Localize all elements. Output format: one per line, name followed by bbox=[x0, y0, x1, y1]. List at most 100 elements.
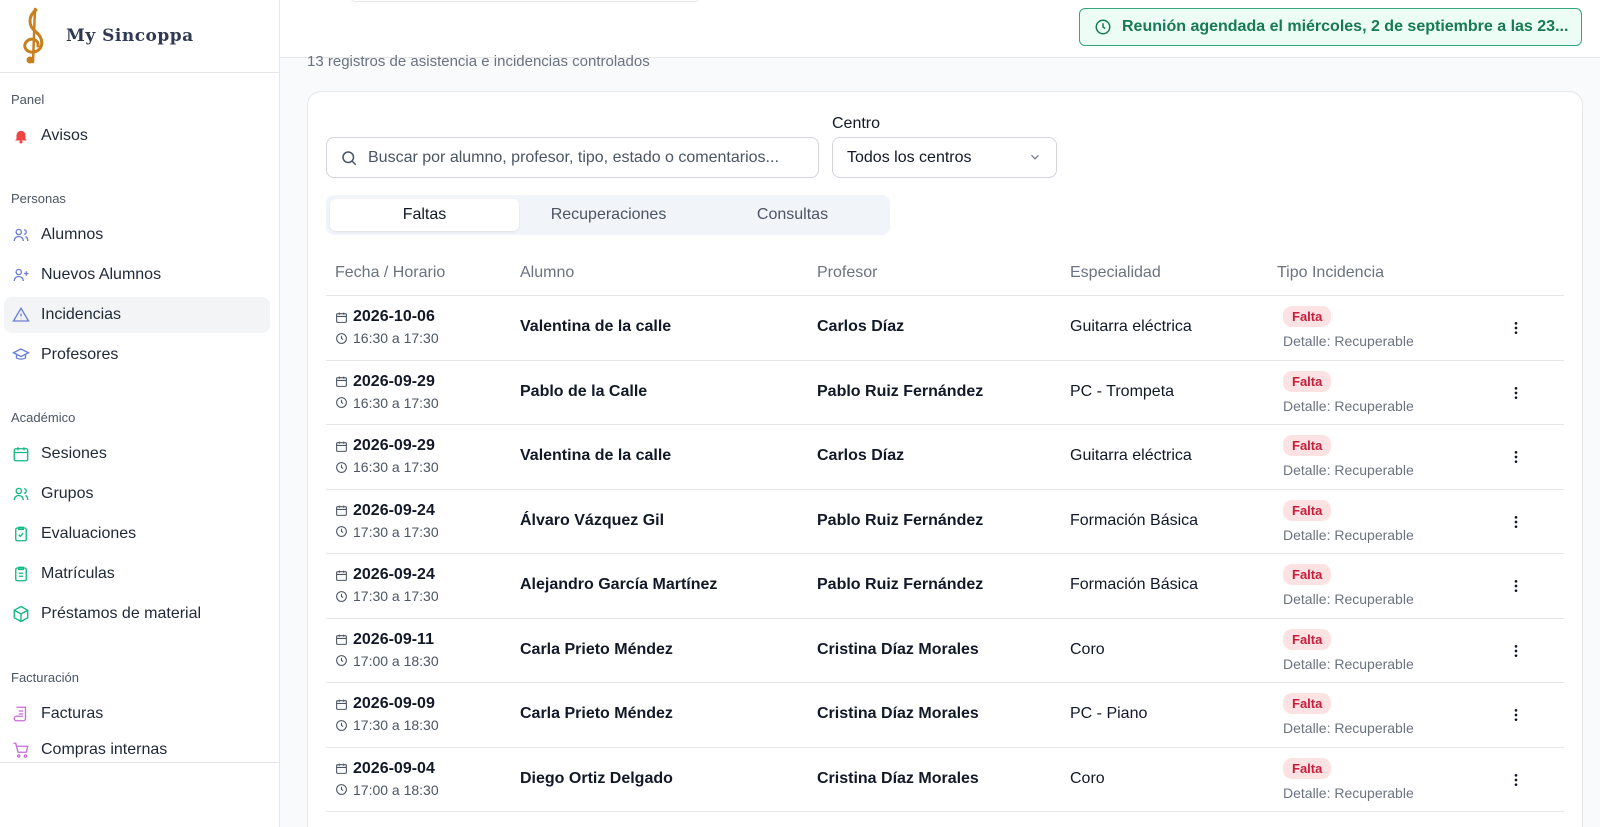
tab-recuperaciones[interactable]: Recuperaciones bbox=[514, 199, 703, 231]
tab-faltas[interactable]: Faltas bbox=[330, 199, 519, 231]
table-row[interactable]: 2026-09-29 16:30 a 17:30 Pablo de la Cal… bbox=[326, 361, 1564, 425]
sidebar-item-facturas[interactable]: Facturas bbox=[4, 696, 270, 732]
clock-icon bbox=[336, 719, 347, 731]
row-profesor: Cristina Díaz Morales bbox=[817, 769, 979, 787]
clock-icon bbox=[336, 332, 347, 344]
calendar-icon bbox=[336, 699, 347, 710]
centro-select[interactable]: Todos los centros bbox=[832, 137, 1057, 178]
date-cell: 2026-09-29 16:30 a 17:30 bbox=[335, 437, 439, 475]
row-alumno: Valentina de la calle bbox=[520, 447, 672, 464]
row-alumno: Carla Prieto Méndez bbox=[520, 640, 673, 658]
nav-section-panel: Panel bbox=[11, 92, 45, 107]
topbar-search-input[interactable] bbox=[350, 0, 700, 2]
date-cell: 2026-09-24 17:30 a 17:30 bbox=[335, 566, 439, 604]
clipboard-list-icon bbox=[12, 565, 30, 583]
row-date: 2026-09-29 bbox=[353, 437, 435, 454]
users-icon bbox=[12, 226, 30, 244]
brand-name: My Sincoppa bbox=[66, 26, 194, 46]
sidebar-item-matriculas[interactable]: Matrículas bbox=[4, 556, 270, 592]
status-badge: Falta bbox=[1283, 628, 1332, 650]
more-vertical-icon[interactable] bbox=[1504, 639, 1528, 663]
table-row[interactable]: 2026-09-09 17:30 a 18:30 Carla Prieto Mé… bbox=[326, 683, 1564, 748]
clock-icon bbox=[336, 655, 347, 666]
row-time: 17:00 a 18:30 bbox=[353, 652, 439, 669]
brand[interactable]: My Sincoppa bbox=[0, 0, 279, 73]
sidebar-item-grupos[interactable]: Grupos bbox=[4, 476, 270, 512]
more-vertical-icon[interactable] bbox=[1504, 768, 1528, 792]
search-input[interactable] bbox=[368, 148, 788, 167]
page-subtitle: 13 registros de asistencia e incidencias… bbox=[307, 53, 650, 70]
treble-clef-logo-icon bbox=[23, 7, 44, 64]
search-icon bbox=[342, 150, 357, 165]
search-box[interactable] bbox=[326, 137, 819, 178]
main-content: Reunión agendada el miércoles, 2 de sept… bbox=[280, 0, 1600, 827]
more-vertical-icon[interactable] bbox=[1504, 316, 1528, 340]
box-icon bbox=[12, 605, 30, 623]
centro-label: Centro bbox=[832, 115, 881, 132]
tab-consultas[interactable]: Consultas bbox=[698, 199, 887, 231]
column-header-especialidad[interactable]: Especialidad bbox=[1070, 264, 1161, 282]
warning-icon bbox=[12, 306, 30, 324]
clock-icon bbox=[336, 590, 347, 602]
meeting-notice[interactable]: Reunión agendada el miércoles, 2 de sept… bbox=[1079, 8, 1582, 46]
sidebar-item-label: Evaluaciones bbox=[41, 525, 137, 542]
clock-icon bbox=[336, 526, 347, 537]
topbar: Reunión agendada el miércoles, 2 de sept… bbox=[280, 0, 1600, 58]
group-icon bbox=[12, 485, 30, 503]
row-time: 17:30 a 17:30 bbox=[353, 588, 439, 604]
row-alumno: Diego Ortiz Delgado bbox=[520, 769, 673, 787]
clipboard-check-icon bbox=[12, 525, 30, 543]
calendar-icon bbox=[336, 376, 347, 387]
row-detalle: Detalle: Recuperable bbox=[1283, 462, 1414, 478]
sidebar-item-sesiones[interactable]: Sesiones bbox=[4, 436, 270, 472]
incidencias-card: Centro Todos los centros Faltas Recupera… bbox=[307, 91, 1583, 827]
calendar-icon bbox=[336, 312, 347, 323]
more-vertical-icon[interactable] bbox=[1504, 445, 1528, 469]
status-badge: Falta bbox=[1283, 370, 1332, 392]
sidebar-item-evaluaciones[interactable]: Evaluaciones bbox=[4, 516, 270, 552]
row-alumno: Carla Prieto Méndez bbox=[520, 705, 673, 722]
table-row[interactable]: 2026-10-06 16:30 a 17:30 Valentina de la… bbox=[326, 296, 1564, 361]
table-body: 2026-10-06 16:30 a 17:30 Valentina de la… bbox=[326, 296, 1564, 812]
row-especialidad: Coro bbox=[1070, 640, 1105, 658]
more-vertical-icon[interactable] bbox=[1504, 510, 1528, 534]
row-date: 2026-09-29 bbox=[353, 372, 435, 390]
sidebar-item-nuevos-alumnos[interactable]: Nuevos Alumnos bbox=[4, 257, 270, 293]
sidebar-item-compras-internas[interactable]: Compras internas bbox=[4, 736, 270, 762]
row-date: 2026-09-04 bbox=[353, 759, 435, 777]
sidebar-item-prestamos[interactable]: Préstamos de material bbox=[4, 596, 270, 632]
row-detalle: Detalle: Recuperable bbox=[1283, 591, 1414, 607]
clock-icon bbox=[336, 397, 347, 408]
row-profesor: Cristina Díaz Morales bbox=[817, 705, 979, 722]
row-time: 16:30 a 17:30 bbox=[353, 394, 439, 411]
column-header-alumno[interactable]: Alumno bbox=[520, 264, 574, 282]
sidebar-item-incidencias[interactable]: Incidencias bbox=[4, 297, 270, 333]
more-vertical-icon[interactable] bbox=[1504, 381, 1528, 405]
calendar-icon bbox=[336, 634, 347, 645]
sidebar-item-label: Préstamos de material bbox=[41, 605, 202, 622]
sidebar-item-avisos[interactable]: Avisos bbox=[4, 118, 270, 154]
more-vertical-icon[interactable] bbox=[1504, 574, 1528, 598]
row-especialidad: PC - Trompeta bbox=[1070, 382, 1175, 400]
sidebar-item-profesores[interactable]: Profesores bbox=[4, 337, 270, 373]
sidebar-item-label: Matrículas bbox=[41, 565, 115, 582]
more-vertical-icon[interactable] bbox=[1504, 703, 1528, 727]
row-especialidad: Guitarra eléctrica bbox=[1070, 447, 1192, 464]
sidebar-item-label: Sesiones bbox=[41, 445, 107, 462]
sidebar-item-alumnos[interactable]: Alumnos bbox=[4, 217, 270, 253]
table-row[interactable]: 2026-09-11 17:00 a 18:30 Carla Prieto Mé… bbox=[326, 619, 1564, 683]
row-profesor: Pablo Ruiz Fernández bbox=[817, 382, 984, 400]
column-header-fecha[interactable]: Fecha / Horario bbox=[335, 264, 445, 282]
tabs: Faltas Recuperaciones Consultas bbox=[326, 195, 890, 235]
column-header-profesor[interactable]: Profesor bbox=[817, 264, 877, 282]
row-time: 17:30 a 18:30 bbox=[353, 717, 439, 733]
table-row[interactable]: 2026-09-24 17:30 a 17:30 Álvaro Vázquez … bbox=[326, 490, 1564, 554]
centro-select-value: Todos los centros bbox=[847, 148, 972, 166]
status-badge: Falta bbox=[1283, 564, 1332, 585]
table-row[interactable]: 2026-09-24 17:30 a 17:30 Alejandro Garcí… bbox=[326, 554, 1564, 619]
graduation-cap-icon bbox=[12, 346, 30, 364]
table-row[interactable]: 2026-09-29 16:30 a 17:30 Valentina de la… bbox=[326, 425, 1564, 490]
table-row[interactable]: 2026-09-04 17:00 a 18:30 Diego Ortiz Del… bbox=[326, 748, 1564, 812]
row-especialidad: Formación Básica bbox=[1070, 511, 1199, 529]
column-header-tipo[interactable]: Tipo Incidencia bbox=[1277, 264, 1384, 282]
